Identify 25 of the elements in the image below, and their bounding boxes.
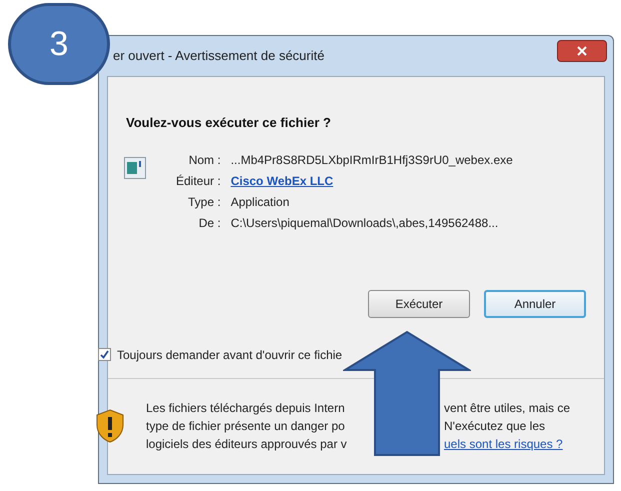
dialog-button[interactable]: Exécuter xyxy=(368,290,470,318)
application-icon xyxy=(124,156,146,178)
warning-text: N'exécutez que les xyxy=(444,418,546,436)
close-icon xyxy=(577,46,587,56)
publisher-link[interactable]: Cisco WebEx LLC xyxy=(230,172,513,190)
step-badge: 3 xyxy=(8,3,110,85)
field-value: Application xyxy=(230,194,290,210)
warning-shield-icon xyxy=(96,409,124,444)
checkbox-label: Toujours demander avant d'ouvrir ce fichie xyxy=(117,346,342,364)
warning-text: Les fichiers téléchargés depuis Intern xyxy=(146,400,346,418)
warning-text: type de fichier présente un danger po xyxy=(146,418,346,436)
checkbox[interactable] xyxy=(98,348,111,361)
dialog-heading: Voulez-vous exécuter ce fichier ? xyxy=(126,114,332,132)
field-label: Type : xyxy=(187,194,221,210)
close-button[interactable] xyxy=(557,40,607,62)
field-label: De : xyxy=(198,214,221,232)
field-value: C:\Users\piquemal\Downloads\,abes,149562488... xyxy=(230,214,500,232)
dialog-button[interactable]: Annuler xyxy=(484,290,586,318)
warning-text: logiciels des éditeurs approuvés par v xyxy=(146,436,348,454)
risks-link[interactable]: uels sont les risques ? xyxy=(444,435,563,454)
field-label: Nom : xyxy=(188,152,221,168)
field-value: ...Mb4Pr8S8RD5LXbpIRmIrB1Hfj3S9rU0_webex.exe xyxy=(230,152,513,168)
window-title: er ouvert - Avertissement de sécurité xyxy=(113,47,324,66)
field-label: Éditeur : xyxy=(176,172,221,190)
warning-text: vent être utiles, mais ce xyxy=(444,400,570,418)
